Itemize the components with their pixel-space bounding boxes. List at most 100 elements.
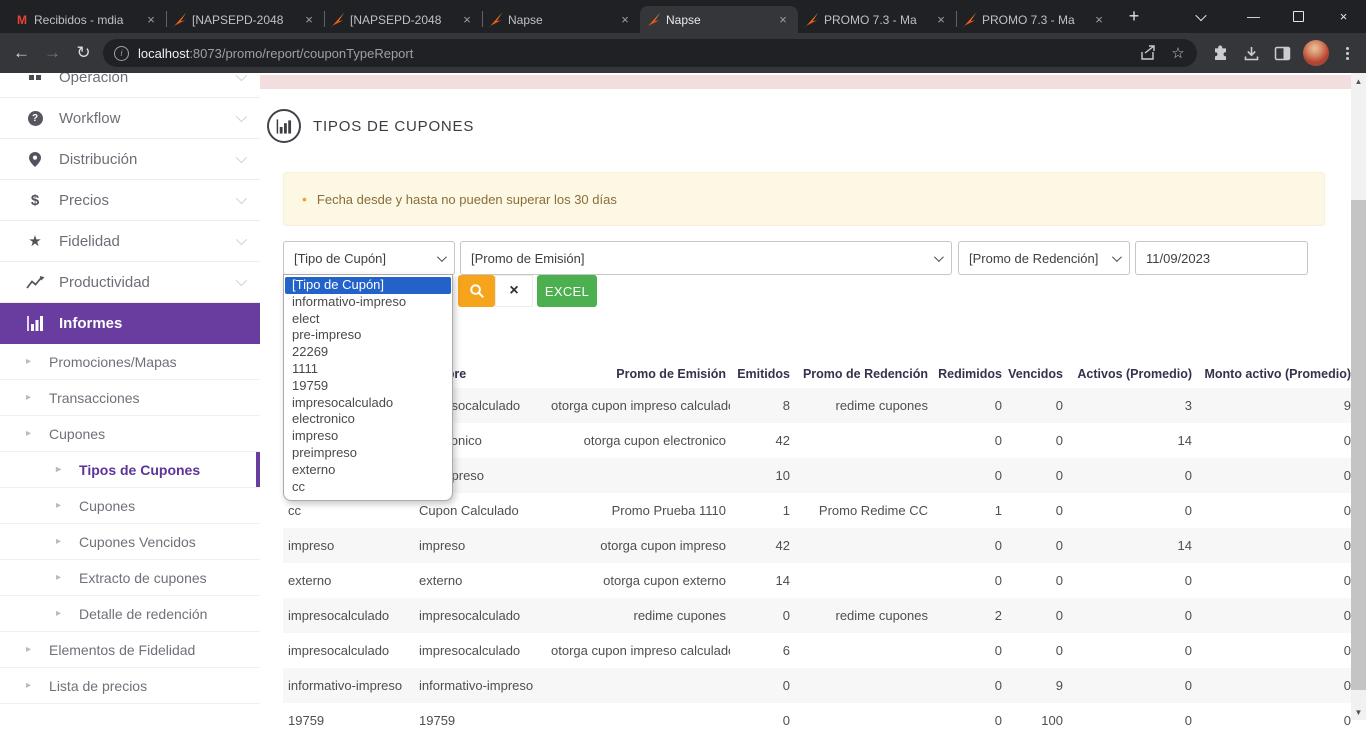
tab-close-icon[interactable]: × (1091, 12, 1107, 28)
tab-search-button[interactable] (1181, 0, 1221, 33)
tab-close-icon[interactable]: × (617, 12, 633, 28)
cell: 0 (932, 388, 1006, 423)
sidebar-subitem-cupones[interactable]: ▸Cupones (0, 416, 260, 452)
sidebar-subitem-promociones-mapas[interactable]: ▸Promociones/Mapas (0, 344, 260, 380)
dropdown-option-preimpreso[interactable]: preimpreso (284, 445, 452, 462)
cell: 1 (730, 493, 794, 528)
share-icon[interactable] (1133, 39, 1163, 67)
dropdown-option-pre-impreso[interactable]: pre-impreso (284, 327, 452, 344)
dropdown-option-tipo-de-cupon[interactable]: [Tipo de Cupón] (285, 277, 451, 294)
browser-menu-button[interactable] (1334, 38, 1360, 68)
sidebar-item-productividad[interactable]: Productividad (0, 262, 260, 303)
sidebar-subitem-tipos-de-cupones[interactable]: ▸Tipos de Cupones (0, 452, 260, 488)
cell: 0 (1006, 563, 1067, 598)
back-button[interactable]: ← (6, 37, 37, 69)
bookmark-star-icon[interactable]: ☆ (1163, 39, 1193, 67)
tab-strip: MRecibidos - mdia×[NAPSEPD-2048×[NAPSEPD… (0, 0, 1114, 33)
tab-close-icon[interactable]: × (143, 12, 159, 28)
new-tab-button[interactable]: + (1120, 2, 1148, 30)
dropdown-option-impresocalculado[interactable]: impresocalculado (284, 395, 452, 412)
sidebar-item-fidelidad[interactable]: ★Fidelidad (0, 221, 260, 262)
dropdown-option-elect[interactable]: elect (284, 311, 452, 328)
cell: 14 (730, 563, 794, 598)
promo-redencion-select[interactable]: [Promo de Redención] (958, 241, 1130, 275)
cell: externo (414, 563, 550, 598)
cell (550, 458, 730, 493)
tab-title: PROMO 7.3 - Ma (982, 13, 1086, 27)
cell: 0 (1067, 458, 1196, 493)
profile-avatar[interactable] (1303, 40, 1329, 66)
maximize-button[interactable] (1276, 0, 1321, 33)
sidebar-subitem-cupones-vencidos[interactable]: ▸Cupones Vencidos (0, 524, 260, 560)
page-scrollbar[interactable]: ▲ ▼ (1351, 73, 1366, 720)
extensions-icon[interactable] (1205, 38, 1236, 68)
sidebar-item-precios[interactable]: $Precios (0, 180, 260, 221)
close-window-button[interactable]: × (1321, 0, 1366, 33)
sidebar-subitem-extracto-de-cupones[interactable]: ▸Extracto de cupones (0, 560, 260, 596)
cell (794, 528, 932, 563)
scrollbar-thumb[interactable] (1351, 200, 1366, 690)
promo-emision-select[interactable]: [Promo de Emisión] (460, 241, 952, 275)
cell: 0 (1067, 493, 1196, 528)
sidebar-subitem-elementos-de-fidelidad[interactable]: ▸Elementos de Fidelidad (0, 632, 260, 668)
cell: externo (283, 563, 414, 598)
dropdown-option-impreso[interactable]: impreso (284, 428, 452, 445)
scroll-down-icon[interactable]: ▼ (1351, 704, 1366, 720)
cell: impreso (414, 528, 550, 563)
sidebar-subitem-cupones[interactable]: ▸Cupones (0, 488, 260, 524)
site-info-icon[interactable]: i (114, 46, 129, 61)
sidebar-item-informes[interactable]: Informes (0, 303, 260, 344)
cell (794, 703, 932, 738)
tab-close-icon[interactable]: × (933, 12, 949, 28)
dropdown-option-cc[interactable]: cc (284, 479, 452, 496)
star-icon: ★ (24, 232, 46, 250)
sidebar-subitem-lista-de-precios[interactable]: ▸Lista de precios (0, 668, 260, 704)
dropdown-option-externo[interactable]: externo (284, 462, 452, 479)
chevron-down-icon (236, 152, 247, 163)
cell: 0 (1006, 423, 1067, 458)
browser-tab-napse-3[interactable]: Napse× (482, 6, 640, 33)
cell: 0 (1067, 598, 1196, 633)
cell: 9 (1006, 668, 1067, 703)
sidebar-item-workflow[interactable]: ?Workflow (0, 98, 260, 139)
cell: impresocalculado (283, 598, 414, 633)
sidebar-subitem-transacciones[interactable]: ▸Transacciones (0, 380, 260, 416)
reload-button[interactable]: ↻ (68, 37, 99, 69)
napse-favicon-icon (331, 13, 345, 27)
cell: otorga cupon externo (550, 563, 730, 598)
scroll-up-icon[interactable]: ▲ (1351, 73, 1366, 89)
dropdown-option-22269[interactable]: 22269 (284, 344, 452, 361)
browser-tab-napsepd-2048-1[interactable]: [NAPSEPD-2048× (166, 6, 324, 33)
side-panel-icon[interactable] (1267, 38, 1298, 68)
forward-button[interactable]: → (37, 37, 68, 69)
dropdown-option-informativo-impreso[interactable]: informativo-impreso (284, 294, 452, 311)
page-title-row: TIPOS DE CUPONES (267, 109, 474, 143)
download-icon[interactable] (1236, 38, 1267, 68)
dropdown-option-1111[interactable]: 1111 (284, 361, 452, 378)
search-button[interactable] (458, 275, 495, 307)
sidebar-item-operacion[interactable]: Operación (0, 73, 260, 98)
cell: 0 (1196, 703, 1355, 738)
address-bar[interactable]: i localhost:8073/promo/report/couponType… (103, 39, 1197, 67)
tab-close-icon[interactable]: × (459, 12, 475, 28)
chevron-down-icon (934, 252, 944, 262)
browser-tab-recibidos-mdia-0[interactable]: MRecibidos - mdia× (8, 6, 166, 33)
tipo-cupon-select[interactable]: [Tipo de Cupón] (283, 241, 455, 275)
minimize-button[interactable]: — (1231, 0, 1276, 33)
sidebar-subitem-detalle-de-redencion[interactable]: ▸Detalle de redención (0, 596, 260, 632)
excel-button[interactable]: EXCEL (537, 275, 597, 307)
browser-tab-promo-7-3-ma-5[interactable]: PROMO 7.3 - Ma× (798, 6, 956, 33)
fecha-input[interactable]: 11/09/2023 (1135, 241, 1308, 275)
chevron-down-icon (1112, 252, 1122, 262)
sidebar-item-distribucion[interactable]: Distribución (0, 139, 260, 180)
tab-close-icon[interactable]: × (775, 12, 791, 28)
chevron-down-icon (236, 275, 247, 286)
clear-button[interactable]: × (495, 275, 533, 307)
caret-right-icon: ▸ (26, 428, 31, 439)
browser-tab-napse-4[interactable]: Napse× (640, 6, 798, 33)
dropdown-option-19759[interactable]: 19759 (284, 378, 452, 395)
browser-tab-promo-7-3-ma-6[interactable]: PROMO 7.3 - Ma × (956, 6, 1114, 33)
dropdown-option-electronico[interactable]: electronico (284, 411, 452, 428)
browser-tab-napsepd-2048-2[interactable]: [NAPSEPD-2048× (324, 6, 482, 33)
tab-close-icon[interactable]: × (301, 12, 317, 28)
